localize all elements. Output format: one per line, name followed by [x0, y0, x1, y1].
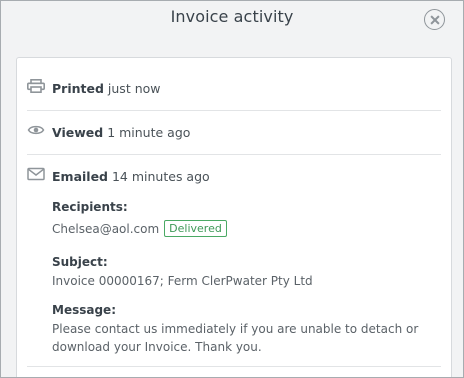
eye-icon	[27, 125, 45, 135]
activity-label: Emailed	[52, 169, 108, 184]
printer-icon	[27, 79, 45, 93]
activity-text-printed: Printed just now	[52, 81, 160, 97]
envelope-icon	[27, 167, 45, 181]
activity-text-viewed: Viewed 1 minute ago	[52, 125, 190, 141]
status-badge: Delivered	[164, 220, 227, 237]
subject-label: Subject:	[52, 255, 108, 269]
activity-row-emailed: Emailed 14 minutes ago	[17, 146, 451, 190]
subject-text: Invoice 00000167; Ferm ClerPwater Pty Lt…	[52, 274, 313, 288]
activity-time: just now	[107, 81, 161, 96]
invoice-activity-dialog: Invoice activity Printed just now Viewed	[0, 0, 464, 378]
activity-time: 14 minutes ago	[111, 169, 210, 184]
message-line-1: Please contact us immediately if you are…	[52, 322, 419, 336]
dialog-title: Invoice activity	[170, 7, 294, 26]
message-line-2: download your Invoice. Thank you.	[52, 340, 262, 354]
message-text: Please contact us immediately if you are…	[52, 320, 418, 356]
divider	[27, 366, 441, 367]
activity-label: Printed	[52, 81, 104, 96]
activity-time: 1 minute ago	[107, 125, 191, 140]
activity-row-printed: Printed just now	[17, 58, 451, 102]
close-icon[interactable]	[424, 9, 445, 30]
activity-text-emailed: Emailed 14 minutes ago	[52, 169, 210, 185]
activity-row-viewed: Viewed 1 minute ago	[17, 102, 451, 146]
recipient-line: Chelsea@aol.com Delivered	[52, 220, 227, 238]
message-label: Message:	[52, 303, 116, 317]
activity-label: Viewed	[52, 125, 104, 140]
recipients-label: Recipients:	[52, 200, 128, 214]
recipient-email: Chelsea@aol.com	[52, 222, 160, 236]
activity-card: Printed just now Viewed 1 minute ago Ema…	[16, 57, 452, 377]
